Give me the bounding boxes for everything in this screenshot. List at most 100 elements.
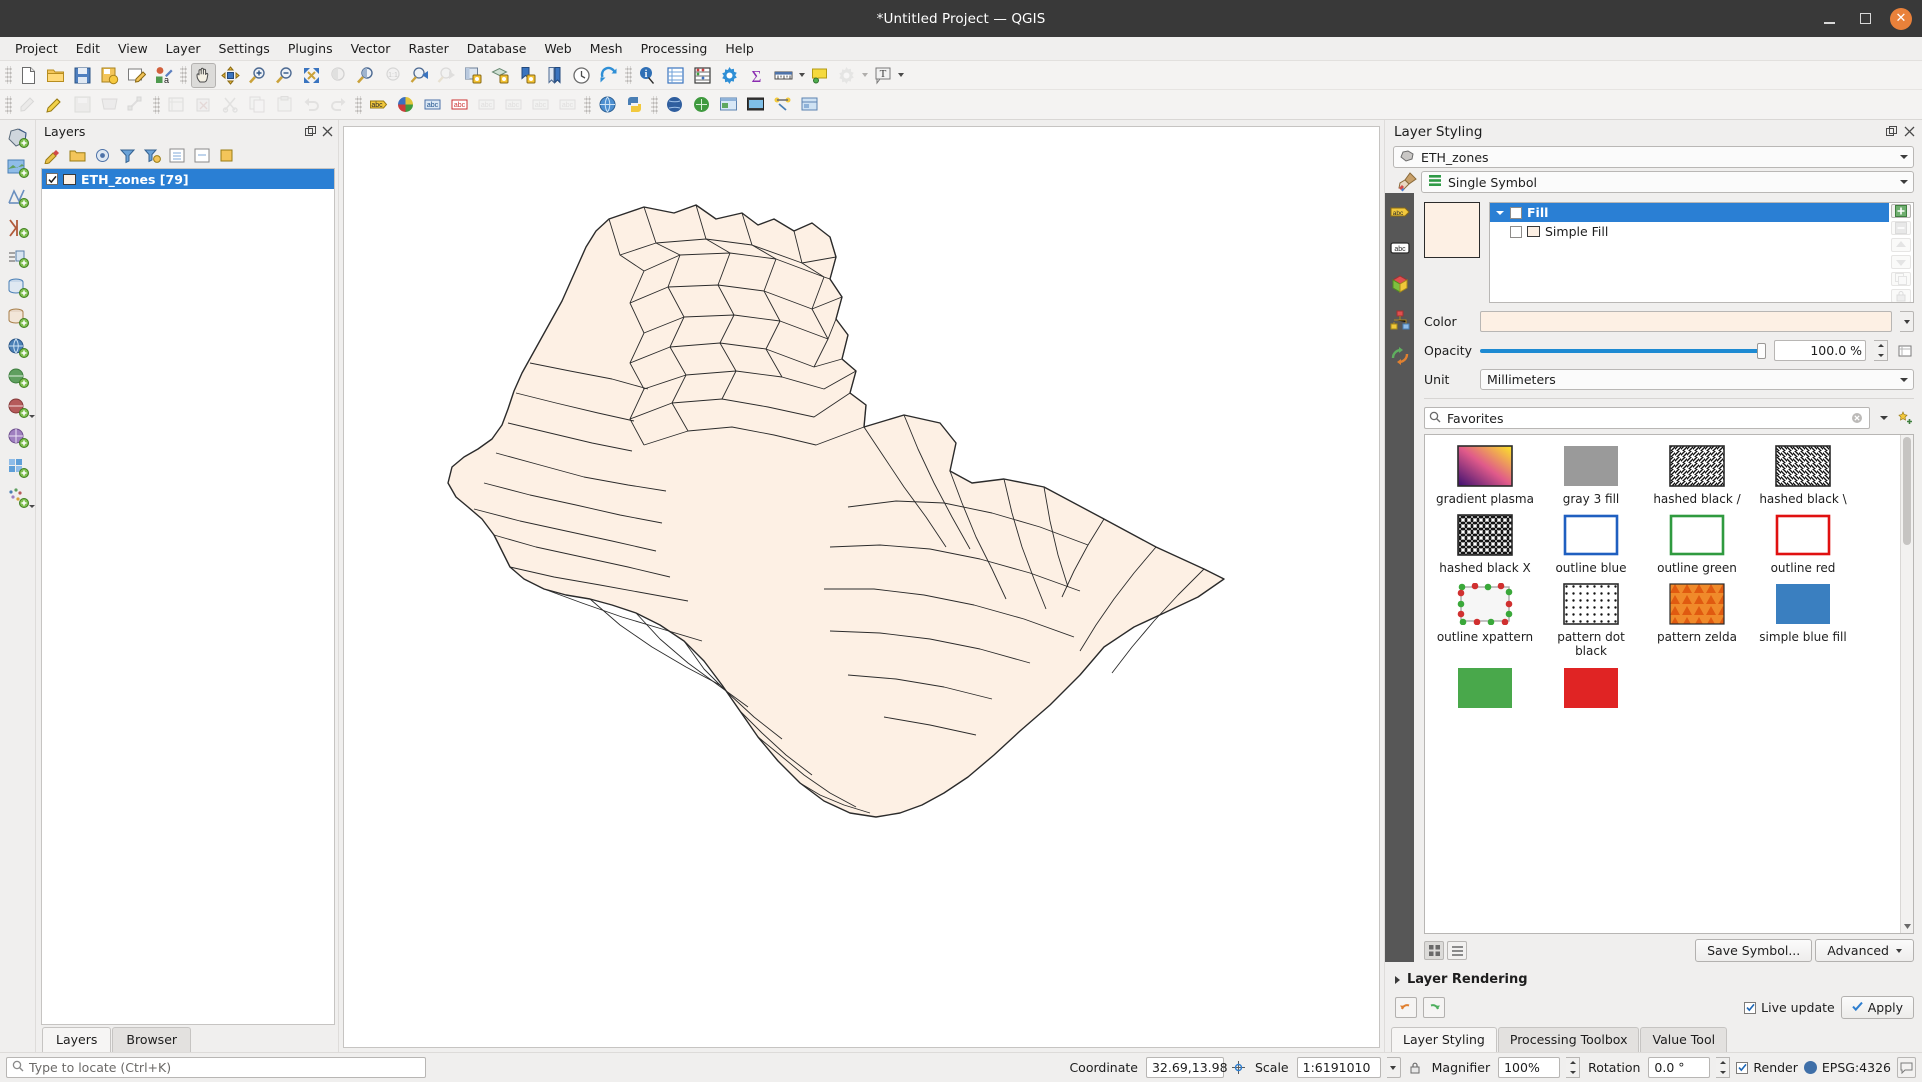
expand-all-icon[interactable] <box>165 143 189 167</box>
scroll-down-icon[interactable] <box>1901 920 1913 933</box>
opacity-slider[interactable] <box>1480 340 1766 361</box>
toolbar-grip[interactable] <box>651 95 658 114</box>
apply-button[interactable]: Apply <box>1840 996 1914 1019</box>
undo-edit-icon[interactable] <box>299 92 324 117</box>
new-3d-map-view-icon[interactable] <box>488 63 513 88</box>
zoom-in-icon[interactable] <box>245 63 270 88</box>
annotation-caret[interactable] <box>896 63 905 88</box>
new-bookmark-icon[interactable] <box>542 63 567 88</box>
magnifier-field[interactable]: 100% <box>1498 1057 1561 1078</box>
scale-dropdown-caret[interactable] <box>1386 1057 1401 1078</box>
collapse-all-icon[interactable] <box>190 143 214 167</box>
symbol-gallery-item[interactable]: hashed black X <box>1435 514 1535 575</box>
measure-dropdown-caret[interactable] <box>797 63 806 88</box>
style-redo-button[interactable] <box>1423 997 1445 1018</box>
add-vector-tile-layer-icon[interactable] <box>4 454 32 482</box>
menu-item-edit[interactable]: Edit <box>67 38 109 59</box>
pin-labels-icon[interactable]: abc <box>447 92 472 117</box>
save-layer-edits-icon[interactable] <box>70 92 95 117</box>
toolbar-grip[interactable] <box>180 66 187 84</box>
zoom-last-icon[interactable] <box>407 63 432 88</box>
add-vector-layer-icon[interactable] <box>4 124 32 152</box>
lock-symbol-layer-button[interactable] <box>1891 289 1911 303</box>
toggle-editing-icon[interactable] <box>43 92 68 117</box>
zoom-out-icon[interactable] <box>272 63 297 88</box>
add-wms-layer-icon[interactable] <box>4 364 32 392</box>
current-edits-icon[interactable] <box>16 92 41 117</box>
new-print-layout-icon[interactable] <box>124 63 149 88</box>
toolbar-grip[interactable] <box>153 95 160 114</box>
menu-item-help[interactable]: Help <box>716 38 763 59</box>
duplicate-symbol-layer-button[interactable] <box>1891 272 1911 286</box>
menu-item-project[interactable]: Project <box>6 38 67 59</box>
refresh-icon[interactable] <box>596 63 621 88</box>
toolbar-grip[interactable] <box>625 66 632 84</box>
toolbar-grip[interactable] <box>584 95 591 114</box>
menu-item-plugins[interactable]: Plugins <box>279 38 342 59</box>
locator-search-input[interactable]: Type to locate (Ctrl+K) <box>6 1057 426 1078</box>
statistical-summary-icon[interactable]: Σ <box>744 63 769 88</box>
toolbar-grip[interactable] <box>5 95 12 114</box>
chevron-down-icon[interactable] <box>1897 180 1910 184</box>
chevron-down-icon[interactable] <box>1897 155 1910 159</box>
color-swatch-button[interactable] <box>1480 311 1892 332</box>
show-bookmarks-icon[interactable] <box>515 63 540 88</box>
delete-selected-icon[interactable] <box>191 92 216 117</box>
menu-item-raster[interactable]: Raster <box>399 38 457 59</box>
move-symbol-layer-up-button[interactable] <box>1891 238 1911 252</box>
remove-layer-icon[interactable] <box>215 143 239 167</box>
text-annotation-icon[interactable]: T <box>870 63 895 88</box>
rotation-field[interactable]: 0.0 ° <box>1648 1057 1711 1078</box>
opacity-spinner[interactable] <box>1874 340 1888 361</box>
map-canvas[interactable] <box>343 126 1380 1048</box>
python-console-icon[interactable] <box>622 92 647 117</box>
processing-toolbox-icon[interactable] <box>770 92 795 117</box>
georeferencer-icon[interactable] <box>689 92 714 117</box>
symbol-gallery-item[interactable] <box>1435 667 1535 714</box>
minimize-button[interactable] <box>1818 8 1840 30</box>
gallery-icon-view-button[interactable] <box>1424 941 1444 960</box>
new-map-view-icon[interactable] <box>461 63 486 88</box>
symbol-gallery-item[interactable]: pattern dot black <box>1541 583 1641 658</box>
layers-list[interactable]: ETH_zones [79] <box>41 168 335 1025</box>
style-undo-button[interactable] <box>1395 997 1417 1018</box>
save-project-icon[interactable] <box>70 63 95 88</box>
dock-tab-value-tool[interactable]: Value Tool <box>1640 1027 1728 1052</box>
layer-labeling-options-icon[interactable]: abc <box>366 92 391 117</box>
symbol-gallery[interactable]: gradient plasma gray 3 fill hashed black /… <box>1424 434 1914 934</box>
symbol-gallery-item[interactable]: gray 3 fill <box>1541 445 1641 506</box>
scale-field[interactable]: 1:6191010 <box>1296 1057 1381 1078</box>
panel-tab-layers[interactable]: Layers <box>42 1027 112 1052</box>
symbol-layer-checkbox[interactable] <box>1510 225 1522 238</box>
symbol-gallery-item[interactable]: hashed black \ <box>1753 445 1853 506</box>
chevron-down-icon[interactable] <box>28 412 36 420</box>
opacity-slider-handle[interactable] <box>1757 342 1766 359</box>
symbol-layer-row[interactable]: Fill <box>1490 203 1889 222</box>
symbol-gallery-item[interactable]: outline blue <box>1541 514 1641 575</box>
vertex-tool-icon[interactable] <box>124 92 149 117</box>
style-manager-icon[interactable]: a <box>151 63 176 88</box>
add-mesh-layer-icon[interactable] <box>4 184 32 212</box>
feature-action-caret[interactable] <box>860 63 869 88</box>
add-postgis-layer-icon[interactable] <box>4 274 32 302</box>
modify-attributes-icon[interactable] <box>164 92 189 117</box>
open-project-icon[interactable] <box>43 63 68 88</box>
render-checkbox-row[interactable]: Render <box>1736 1060 1798 1075</box>
save-project-as-icon[interactable] <box>97 63 122 88</box>
layer-visibility-checkbox[interactable] <box>46 173 58 185</box>
field-calculator-icon[interactable] <box>690 63 715 88</box>
menu-item-layer[interactable]: Layer <box>157 38 210 59</box>
open-layer-styling-panel-icon[interactable] <box>40 143 64 167</box>
symbol-gallery-item[interactable]: simple blue fill <box>1753 583 1853 658</box>
symbol-layer-checkbox[interactable] <box>1510 206 1522 219</box>
temporal-controller-icon[interactable] <box>569 63 594 88</box>
attribute-table-icon[interactable] <box>663 63 688 88</box>
model-designer-icon[interactable] <box>797 92 822 117</box>
maximize-button[interactable] <box>1854 8 1876 30</box>
pan-to-selection-icon[interactable] <box>218 63 243 88</box>
lock-scale-icon[interactable] <box>1407 1059 1424 1076</box>
dock-tab-processing-toolbox[interactable]: Processing Toolbox <box>1497 1027 1640 1052</box>
change-label-icon[interactable]: abc <box>528 92 553 117</box>
menu-item-web[interactable]: Web <box>535 38 580 59</box>
add-wfs-layer-icon[interactable] <box>4 424 32 452</box>
